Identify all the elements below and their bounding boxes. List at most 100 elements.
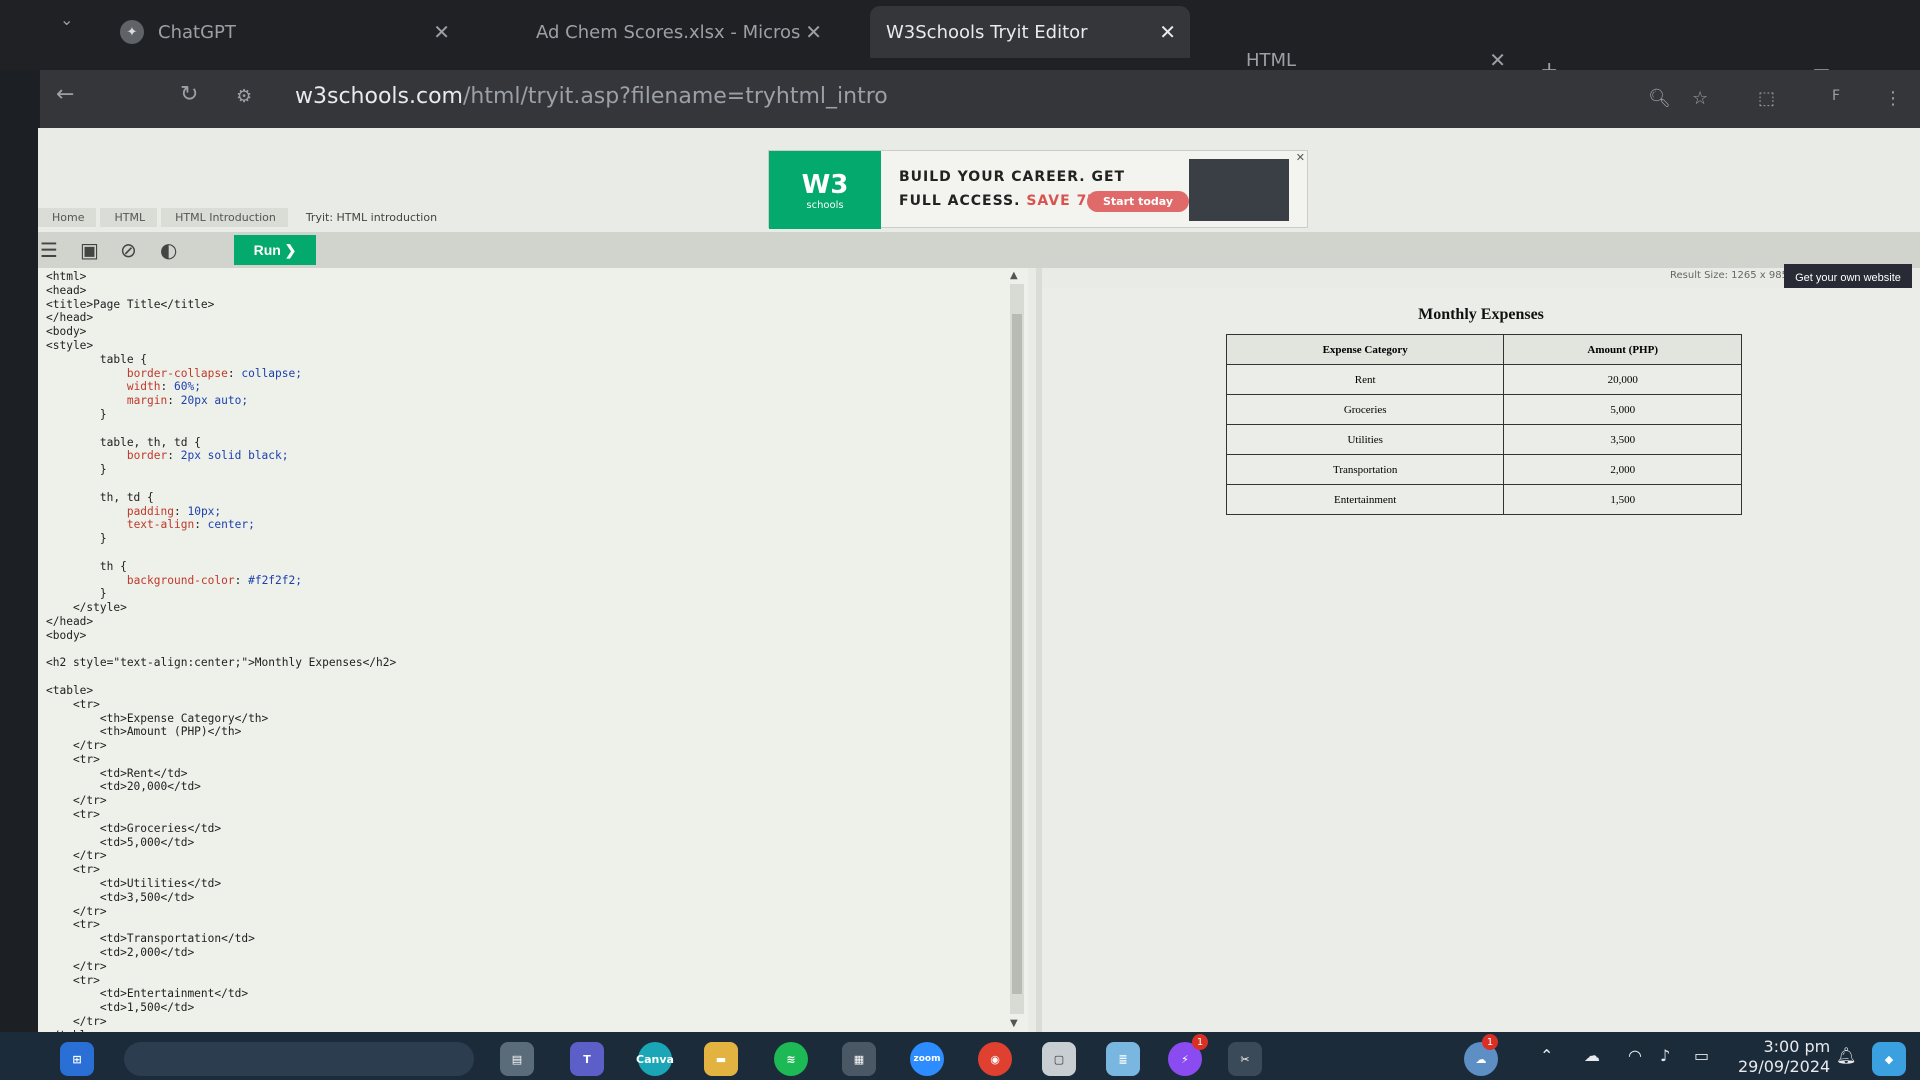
- code-line[interactable]: <title>Page Title</title>: [46, 298, 396, 312]
- code-line[interactable]: }: [46, 532, 396, 546]
- calculator-icon[interactable]: ▦: [842, 1042, 876, 1076]
- code-line[interactable]: </tr>: [46, 794, 396, 808]
- code-line[interactable]: <tr>: [46, 698, 396, 712]
- zoom-icon[interactable]: 🔍︎: [1648, 88, 1671, 109]
- code-line[interactable]: <style>: [46, 339, 396, 353]
- close-tab-icon[interactable]: ✕: [1489, 48, 1506, 72]
- code-line[interactable]: }: [46, 587, 396, 601]
- scroll-up-icon[interactable]: ▲: [1010, 270, 1018, 281]
- code-line[interactable]: width: 60%;: [46, 380, 396, 394]
- code-line[interactable]: background-color: #f2f2f2;: [46, 574, 396, 588]
- hamburger-menu-icon[interactable]: ☰: [40, 238, 58, 262]
- tab-search-chevron-icon[interactable]: ⌄: [60, 10, 73, 29]
- code-line[interactable]: <td>Transportation</td>: [46, 932, 396, 946]
- start-icon[interactable]: ⊞: [60, 1042, 94, 1076]
- code-line[interactable]: </head>: [46, 615, 396, 629]
- reload-icon[interactable]: ↻: [180, 82, 198, 107]
- save-icon[interactable]: ▣: [80, 238, 99, 262]
- show-hidden-icons-icon[interactable]: ⌃: [1540, 1046, 1553, 1065]
- store-icon[interactable]: ▢: [1042, 1042, 1076, 1076]
- code-line[interactable]: }: [46, 408, 396, 422]
- back-icon[interactable]: ←: [56, 82, 74, 107]
- code-line[interactable]: <td>5,000</td>: [46, 836, 396, 850]
- volume-icon[interactable]: ♪: [1660, 1046, 1670, 1065]
- code-line[interactable]: <tr>: [46, 863, 396, 877]
- code-line[interactable]: <td>2,000</td>: [46, 946, 396, 960]
- onedrive-icon[interactable]: ☁: [1584, 1046, 1600, 1065]
- code-line[interactable]: [46, 422, 396, 436]
- tab-chatgpt[interactable]: ✦ ChatGPT ✕: [104, 6, 464, 58]
- zoom-app-icon[interactable]: zoom: [910, 1042, 944, 1076]
- profile-avatar[interactable]: F: [1832, 88, 1840, 104]
- spotify-icon[interactable]: ≋: [774, 1042, 808, 1076]
- code-line[interactable]: </tr>: [46, 849, 396, 863]
- taskbar-search[interactable]: [124, 1042, 474, 1076]
- code-line[interactable]: <td>Entertainment</td>: [46, 987, 396, 1001]
- ad-close-icon[interactable]: ✕: [1296, 151, 1305, 164]
- code-line[interactable]: table {: [46, 353, 396, 367]
- code-line[interactable]: margin: 20px auto;: [46, 394, 396, 408]
- code-line[interactable]: <td>20,000</td>: [46, 780, 396, 794]
- code-line[interactable]: [46, 670, 396, 684]
- code-line[interactable]: </head>: [46, 311, 396, 325]
- code-line[interactable]: <td>1,500</td>: [46, 1001, 396, 1015]
- scroll-down-icon[interactable]: ▼: [1010, 1018, 1018, 1029]
- code-text[interactable]: <html> <head> <title>Page Title</title> </h…: [46, 270, 396, 1033]
- system-clock[interactable]: 3:00 pm 29/09/2024: [1738, 1037, 1830, 1077]
- ad-start-button[interactable]: Start today: [1087, 191, 1190, 212]
- code-line[interactable]: <th>Expense Category</th>: [46, 712, 396, 726]
- code-line[interactable]: <head>: [46, 284, 396, 298]
- battery-icon[interactable]: ▭: [1694, 1046, 1709, 1065]
- code-line[interactable]: <table>: [46, 684, 396, 698]
- notification-bell-icon[interactable]: 🔔︎: [1836, 1046, 1856, 1065]
- tab-excel[interactable]: Ad Chem Scores.xlsx - Micros ✕: [520, 6, 836, 58]
- run-button[interactable]: Run ❯: [234, 235, 316, 265]
- menu-kebab-icon[interactable]: ⋮: [1884, 88, 1902, 109]
- file-explorer-icon[interactable]: ▬: [704, 1042, 738, 1076]
- code-line[interactable]: <td>Groceries</td>: [46, 822, 396, 836]
- orientation-icon[interactable]: ⊘: [120, 238, 137, 262]
- breadcrumb-html-intro[interactable]: HTML Introduction: [161, 207, 288, 227]
- code-line[interactable]: <tr>: [46, 808, 396, 822]
- code-line[interactable]: [46, 643, 396, 657]
- code-editor[interactable]: <html> <head> <title>Page Title</title> </h…: [38, 268, 1028, 1033]
- code-line[interactable]: <body>: [46, 325, 396, 339]
- close-tab-icon[interactable]: ✕: [433, 20, 450, 44]
- site-settings-icon[interactable]: ⚙: [236, 86, 252, 107]
- code-line[interactable]: <h2 style="text-align:center;">Monthly E…: [46, 656, 396, 670]
- theme-contrast-icon[interactable]: ◐: [160, 238, 177, 262]
- breadcrumb-home[interactable]: Home: [38, 207, 97, 227]
- code-line[interactable]: </tr>: [46, 1015, 396, 1029]
- advert-banner[interactable]: W3 schools BUILD YOUR CAREER. GET FULL A…: [768, 150, 1308, 229]
- tab-w3schools[interactable]: W3Schools Tryit Editor ✕: [870, 6, 1190, 58]
- bookmark-star-icon[interactable]: ☆: [1692, 88, 1708, 109]
- notes-icon[interactable]: ▤: [500, 1042, 534, 1076]
- code-line[interactable]: border-collapse: collapse;: [46, 367, 396, 381]
- close-tab-icon[interactable]: ✕: [805, 20, 822, 44]
- notepad-icon[interactable]: ≣: [1106, 1042, 1140, 1076]
- code-line[interactable]: <td>3,500</td>: [46, 891, 396, 905]
- code-line[interactable]: th {: [46, 560, 396, 574]
- breadcrumb-html[interactable]: HTML: [100, 207, 158, 227]
- code-line[interactable]: <td>Utilities</td>: [46, 877, 396, 891]
- teams-icon[interactable]: T: [570, 1042, 604, 1076]
- code-line[interactable]: <html>: [46, 270, 396, 284]
- code-line[interactable]: }: [46, 463, 396, 477]
- code-line[interactable]: <tr>: [46, 753, 396, 767]
- code-line[interactable]: <td>Rent</td>: [46, 767, 396, 781]
- code-line[interactable]: text-align: center;: [46, 518, 396, 532]
- code-line[interactable]: [46, 477, 396, 491]
- url-field[interactable]: w3schools.com/html/tryit.asp?filename=tr…: [295, 84, 888, 109]
- code-line[interactable]: table, th, td {: [46, 436, 396, 450]
- code-line[interactable]: padding: 10px;: [46, 505, 396, 519]
- code-line[interactable]: <tr>: [46, 974, 396, 988]
- code-line[interactable]: [46, 546, 396, 560]
- extensions-icon[interactable]: ⬚: [1758, 88, 1775, 109]
- code-line[interactable]: th, td {: [46, 491, 396, 505]
- code-line[interactable]: </tr>: [46, 960, 396, 974]
- code-line[interactable]: <tr>: [46, 918, 396, 932]
- editor-scroll-thumb[interactable]: [1012, 314, 1022, 994]
- close-tab-icon[interactable]: ✕: [1159, 20, 1176, 44]
- code-line[interactable]: <body>: [46, 629, 396, 643]
- code-line[interactable]: </tr>: [46, 905, 396, 919]
